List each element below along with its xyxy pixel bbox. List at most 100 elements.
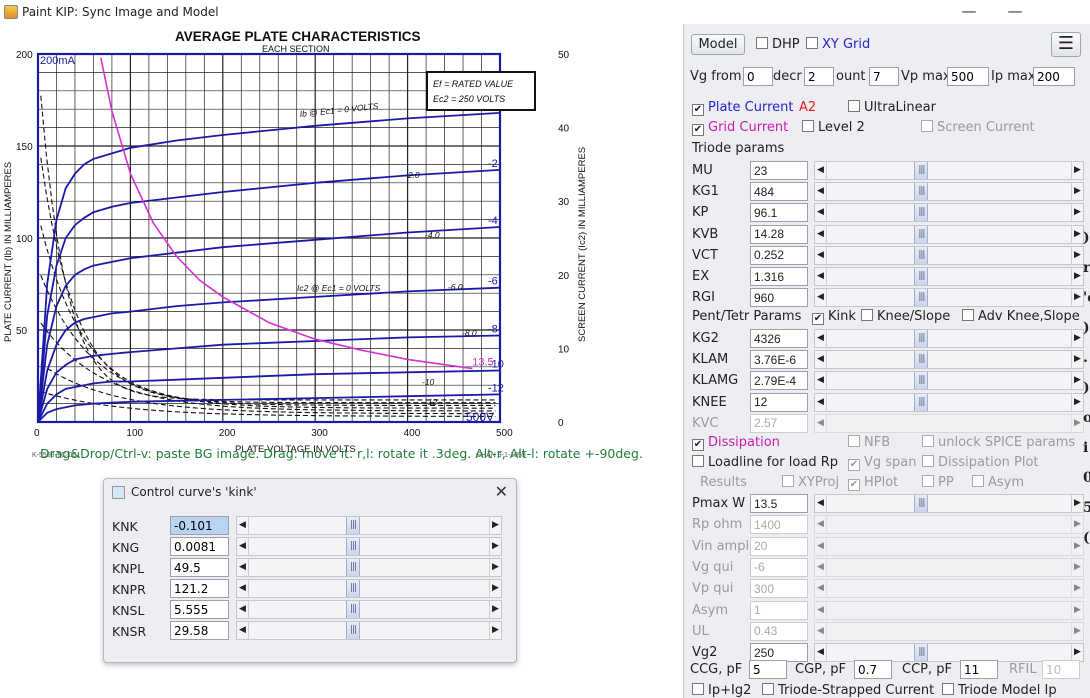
slider-right-arrow-icon[interactable]: ▶ bbox=[1071, 393, 1083, 411]
param-input-vg-qui[interactable] bbox=[750, 557, 808, 577]
ultralinear-checkbox[interactable]: UltraLinear bbox=[848, 100, 936, 115]
slider-left-arrow-icon[interactable]: ◀ bbox=[815, 558, 827, 576]
loadline-checkbox[interactable]: Loadline for load Rp bbox=[692, 455, 838, 470]
slider-right-arrow-icon[interactable]: ▶ bbox=[1071, 289, 1083, 307]
slider-left-arrow-icon[interactable]: ◀ bbox=[815, 622, 827, 640]
ccp-input[interactable] bbox=[960, 660, 998, 679]
param-input-klamg[interactable] bbox=[750, 371, 808, 391]
param-input-ex[interactable] bbox=[750, 267, 808, 286]
slider-thumb[interactable]: ||| bbox=[346, 517, 361, 534]
param-slider[interactable]: ◀ ▶ ||| bbox=[814, 371, 1084, 391]
kink-param-slider[interactable]: ◀ ▶ ||| bbox=[236, 621, 502, 640]
kink-param-slider[interactable]: ◀ ▶ ||| bbox=[236, 537, 502, 556]
slider-left-arrow-icon[interactable]: ◀ bbox=[237, 580, 249, 597]
slider-thumb[interactable]: ||| bbox=[914, 644, 929, 662]
kink-param-input[interactable] bbox=[170, 579, 229, 598]
screen-current-checkbox[interactable]: Screen Current bbox=[921, 120, 1035, 135]
slider-thumb[interactable]: ||| bbox=[346, 601, 361, 618]
slider-thumb[interactable]: ||| bbox=[914, 225, 929, 243]
slider-right-arrow-icon[interactable]: ▶ bbox=[1071, 537, 1083, 555]
slider-thumb[interactable]: ||| bbox=[346, 622, 361, 639]
slider-right-arrow-icon[interactable]: ▶ bbox=[1071, 183, 1083, 201]
slider-left-arrow-icon[interactable]: ◀ bbox=[815, 644, 827, 662]
dialog-close-button[interactable]: ✕ bbox=[495, 482, 508, 501]
plot-canvas[interactable]: 0 -2 -4 -6 -8 -10 -12 13.5 0 100 200 300 400 500 50 100… bbox=[0, 24, 683, 698]
param-input-knee[interactable] bbox=[750, 392, 808, 412]
slider-right-arrow-icon[interactable]: ▶ bbox=[1071, 622, 1083, 640]
slider-right-arrow-icon[interactable]: ▶ bbox=[1071, 330, 1083, 347]
plate-current-checkbox[interactable]: ✔ Plate Current bbox=[692, 100, 793, 116]
slider-right-arrow-icon[interactable]: ▶ bbox=[1071, 372, 1083, 390]
slider-right-arrow-icon[interactable]: ▶ bbox=[1071, 246, 1083, 264]
slider-thumb[interactable]: ||| bbox=[346, 559, 361, 576]
grid-current-checkbox[interactable]: ✔ Grid Current bbox=[692, 120, 788, 136]
slider-left-arrow-icon[interactable]: ◀ bbox=[237, 601, 249, 618]
param-slider[interactable]: ◀ ▶ bbox=[814, 515, 1084, 535]
param-slider[interactable]: ◀ ▶ ||| bbox=[814, 494, 1084, 513]
kink-param-input[interactable] bbox=[170, 621, 229, 640]
vg-span-checkbox[interactable]: ✔ Vg span bbox=[848, 455, 917, 471]
kink-param-input[interactable] bbox=[170, 558, 229, 577]
dialog-header[interactable]: Control curve's 'kink' bbox=[104, 479, 516, 505]
ccg-input[interactable] bbox=[749, 660, 787, 679]
param-slider[interactable]: ◀ ▶ ||| bbox=[814, 350, 1084, 370]
slider-right-arrow-icon[interactable]: ▶ bbox=[1071, 644, 1083, 662]
slider-right-arrow-icon[interactable]: ▶ bbox=[489, 601, 501, 618]
vp-max-input[interactable] bbox=[947, 67, 989, 86]
kink-param-slider[interactable]: ◀ ▶ ||| bbox=[236, 579, 502, 598]
minimize-button-alt[interactable]: — bbox=[946, 0, 992, 22]
param-slider[interactable]: ◀ ▶ bbox=[814, 413, 1084, 433]
triode-strapped-checkbox[interactable]: Triode-Strapped Current bbox=[762, 683, 934, 698]
slider-right-arrow-icon[interactable]: ▶ bbox=[1071, 495, 1083, 512]
nfb-checkbox[interactable]: NFB bbox=[848, 435, 890, 450]
param-input-rp-ohm[interactable] bbox=[750, 515, 808, 535]
knee-slope-checkbox[interactable]: Knee/Slope bbox=[861, 309, 950, 324]
slider-right-arrow-icon[interactable]: ▶ bbox=[489, 517, 501, 534]
slider-thumb[interactable]: ||| bbox=[914, 495, 929, 512]
xyproj-checkbox[interactable]: XYProj bbox=[782, 475, 839, 490]
param-input-vct[interactable] bbox=[750, 245, 808, 265]
slider-left-arrow-icon[interactable]: ◀ bbox=[815, 580, 827, 598]
slider-right-arrow-icon[interactable]: ▶ bbox=[1071, 414, 1083, 432]
slider-right-arrow-icon[interactable]: ▶ bbox=[1071, 558, 1083, 576]
dissipation-checkbox[interactable]: ✔ Dissipation bbox=[692, 435, 780, 451]
dissipation-plot-checkbox[interactable]: Dissipation Plot bbox=[922, 455, 1039, 470]
slider-right-arrow-icon[interactable]: ▶ bbox=[1071, 268, 1083, 285]
slider-right-arrow-icon[interactable]: ▶ bbox=[1071, 351, 1083, 369]
param-slider[interactable]: ◀ ▶ bbox=[814, 621, 1084, 641]
param-slider[interactable]: ◀ ▶ bbox=[814, 579, 1084, 599]
slider-right-arrow-icon[interactable]: ▶ bbox=[1071, 580, 1083, 598]
slider-left-arrow-icon[interactable]: ◀ bbox=[815, 601, 827, 619]
param-slider[interactable]: ◀ ▶ ||| bbox=[814, 392, 1084, 412]
slider-left-arrow-icon[interactable]: ◀ bbox=[815, 289, 827, 307]
slider-left-arrow-icon[interactable]: ◀ bbox=[815, 268, 827, 285]
param-slider[interactable]: ◀ ▶ ||| bbox=[814, 267, 1084, 286]
slider-right-arrow-icon[interactable]: ▶ bbox=[489, 622, 501, 639]
slider-left-arrow-icon[interactable]: ◀ bbox=[815, 537, 827, 555]
slider-right-arrow-icon[interactable]: ▶ bbox=[1071, 516, 1083, 534]
slider-right-arrow-icon[interactable]: ▶ bbox=[1071, 204, 1083, 222]
ip-ig2-checkbox[interactable]: Ip+Ig2 bbox=[692, 683, 751, 698]
slider-right-arrow-icon[interactable]: ▶ bbox=[489, 538, 501, 555]
slider-left-arrow-icon[interactable]: ◀ bbox=[237, 517, 249, 534]
kink-param-input[interactable] bbox=[170, 516, 229, 535]
level2-checkbox[interactable]: Level 2 bbox=[802, 120, 865, 135]
slider-left-arrow-icon[interactable]: ◀ bbox=[815, 393, 827, 411]
xy-grid-checkbox[interactable]: XY Grid bbox=[806, 37, 870, 52]
slider-right-arrow-icon[interactable]: ▶ bbox=[1071, 601, 1083, 619]
param-input-kg1[interactable] bbox=[750, 182, 808, 202]
decr-input[interactable] bbox=[804, 67, 834, 86]
param-input-kvb[interactable] bbox=[750, 224, 808, 244]
slider-thumb[interactable]: ||| bbox=[346, 580, 361, 597]
param-input-vin-ampl[interactable] bbox=[750, 536, 808, 556]
param-input-kg2[interactable] bbox=[750, 329, 808, 348]
param-input-ul[interactable] bbox=[750, 621, 808, 641]
cgp-input[interactable] bbox=[854, 660, 892, 679]
param-slider[interactable]: ◀ ▶ ||| bbox=[814, 203, 1084, 223]
hplot-checkbox[interactable]: ✔ HPlot bbox=[848, 475, 898, 491]
slider-left-arrow-icon[interactable]: ◀ bbox=[237, 622, 249, 639]
rfil-input[interactable] bbox=[1042, 660, 1080, 679]
slider-left-arrow-icon[interactable]: ◀ bbox=[815, 225, 827, 243]
param-slider[interactable]: ◀ ▶ ||| bbox=[814, 245, 1084, 265]
param-input-vp-qui[interactable] bbox=[750, 579, 808, 599]
